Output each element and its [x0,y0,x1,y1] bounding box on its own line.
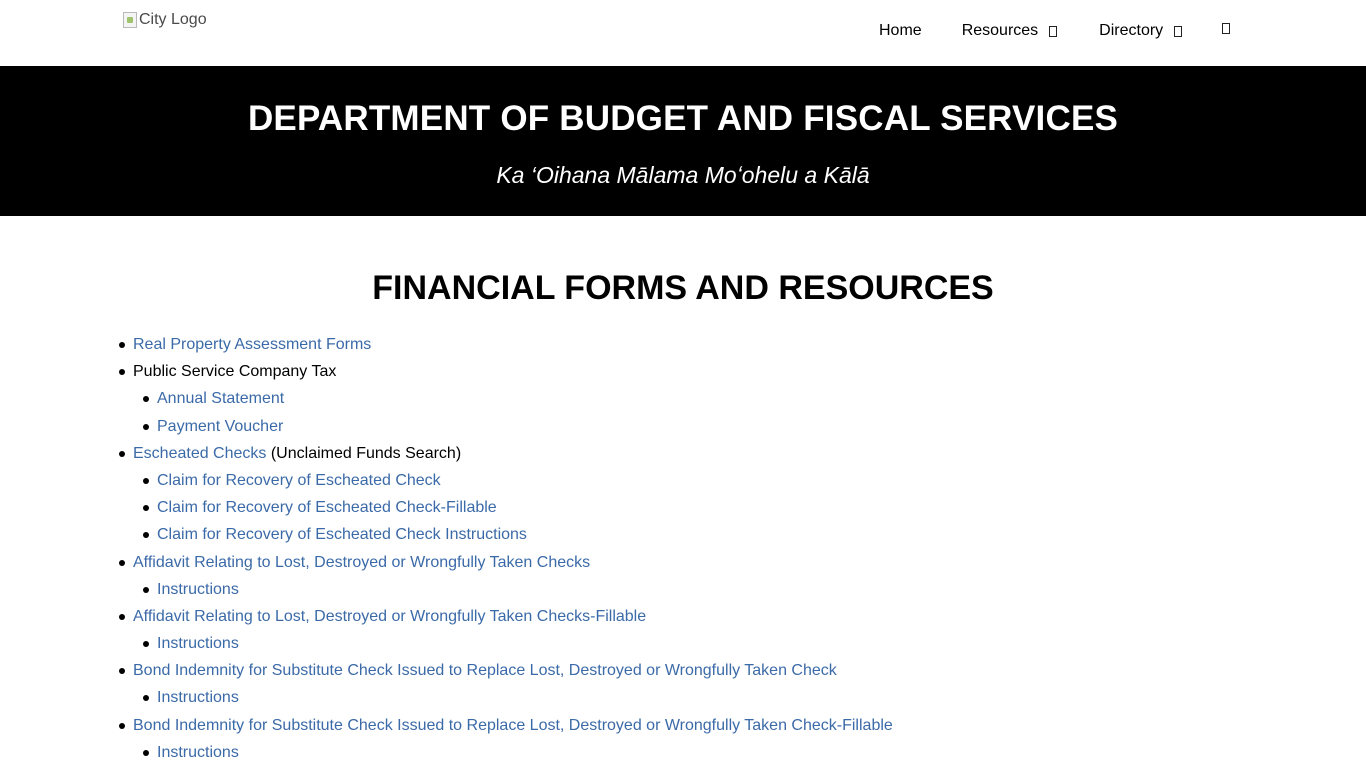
affidavit-lost-checks-fillable-link[interactable]: Affidavit Relating to Lost, Destroyed or… [133,608,646,625]
list-item: Payment Voucher [143,418,893,445]
list-item: Claim for Recovery of Escheated Check-Fi… [143,499,893,526]
bond-indemnity-fillable-instructions-link[interactable]: Instructions [157,744,239,761]
list-item: Claim for Recovery of Escheated Check [143,472,893,499]
nav-directory[interactable]: Directory [1099,22,1183,40]
real-property-assessment-forms-link[interactable]: Real Property Assessment Forms [133,336,371,353]
claim-recovery-instructions-link[interactable]: Claim for Recovery of Escheated Check In… [157,526,527,543]
list-item: Affidavit Relating to Lost, Destroyed or… [119,608,893,635]
list-item: Annual Statement [143,390,893,417]
list-item: Claim for Recovery of Escheated Check In… [143,526,893,553]
list-item: Escheated Checks (Unclaimed Funds Search… [119,444,893,472]
nav-directory-label: Directory [1099,22,1164,39]
resources-dropdown-icon [1049,25,1058,37]
list-item: Bond Indemnity for Substitute Check Issu… [119,717,893,744]
bond-indemnity-instructions-link[interactable]: Instructions [157,689,239,706]
payment-voucher-link[interactable]: Payment Voucher [157,418,283,435]
logo-alt-text: City Logo [139,11,207,28]
page-title: FINANCIAL FORMS AND RESOURCES [372,269,994,307]
escheated-checks-link[interactable]: Escheated Checks [133,445,266,462]
list-item: Bond Indemnity for Substitute Check Issu… [119,662,893,689]
bond-indemnity-link[interactable]: Bond Indemnity for Substitute Check Issu… [133,662,837,679]
main-nav: Home Resources Directory [879,22,1231,40]
unclaimed-funds-note: (Unclaimed Funds Search) [266,444,462,462]
forms-list: Real Property Assessment Forms Public Se… [119,336,893,771]
broken-image-icon [123,12,137,28]
nav-home-label: Home [879,22,922,39]
list-item: Public Service Company Tax [119,363,893,390]
site-header: City Logo Home Resources Directory [0,0,1366,66]
affidavit-instructions-link[interactable]: Instructions [157,581,239,598]
bond-indemnity-fillable-link[interactable]: Bond Indemnity for Substitute Check Issu… [133,717,893,734]
city-logo[interactable]: City Logo [123,11,207,29]
list-item: Affidavit Relating to Lost, Destroyed or… [119,554,893,581]
department-banner: DEPARTMENT OF BUDGET AND FISCAL SERVICES… [0,66,1366,216]
department-title: DEPARTMENT OF BUDGET AND FISCAL SERVICES [247,99,1119,138]
list-item: Real Property Assessment Forms [119,336,893,363]
public-service-company-tax-label: Public Service Company Tax [133,363,337,381]
nav-resources-label: Resources [961,22,1039,39]
directory-dropdown-icon [1174,25,1183,37]
nav-resources[interactable]: Resources [961,22,1058,40]
list-item: Instructions [143,581,893,608]
affidavit-fillable-instructions-link[interactable]: Instructions [157,635,239,652]
list-item: Instructions [143,744,893,771]
nav-home[interactable]: Home [879,22,922,40]
affidavit-lost-checks-link[interactable]: Affidavit Relating to Lost, Destroyed or… [133,554,590,571]
list-item: Instructions [143,689,893,716]
list-item: Instructions [143,635,893,662]
claim-recovery-link[interactable]: Claim for Recovery of Escheated Check [157,472,441,489]
search-icon [1222,22,1231,34]
annual-statement-link[interactable]: Annual Statement [157,390,284,407]
search-button[interactable] [1222,22,1231,37]
department-subtitle: Ka ‘Oihana Mālama Moʻohelu a Kālā [496,162,870,188]
claim-recovery-fillable-link[interactable]: Claim for Recovery of Escheated Check-Fi… [157,499,497,516]
